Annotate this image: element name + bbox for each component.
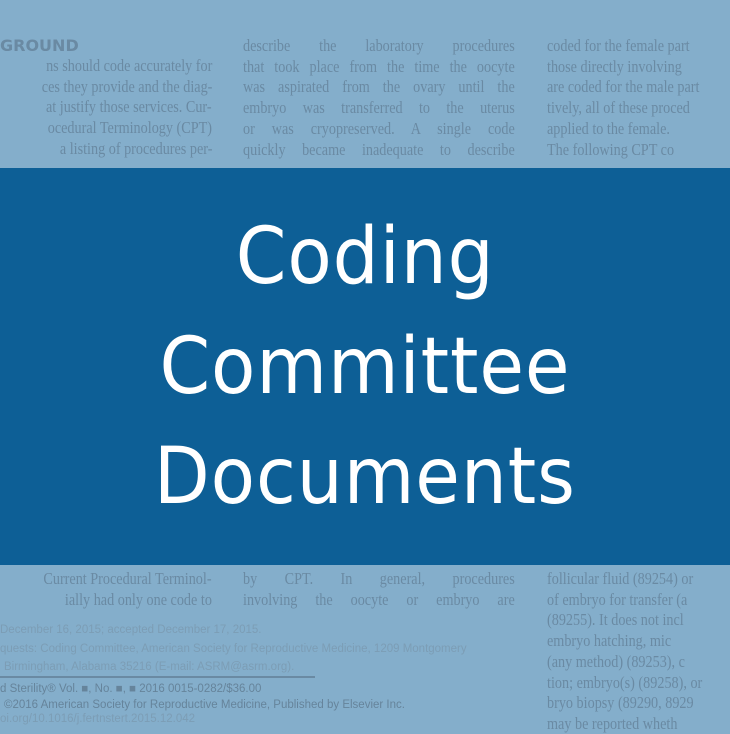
document-text-line: those directly involving <box>547 56 682 76</box>
document-text-line: involving the oocyte or embryo are <box>243 589 515 609</box>
document-text-line: coded for the female part <box>547 36 690 55</box>
document-text-line: that took place from the time the oocyte <box>243 56 515 76</box>
title-banner: Coding Committee Documents <box>0 168 730 565</box>
footer-text-line: December 16, 2015; accepted December 17,… <box>0 624 262 636</box>
footer-text-line: oi.org/10.1016/j.fertnstert.2015.12.042 <box>0 713 196 725</box>
footer-divider <box>0 676 315 678</box>
document-text-line: ially had only one code to <box>65 589 212 609</box>
banner-title-line: Coding <box>235 211 495 302</box>
document-text-line: quickly became inadequate to describe <box>243 139 515 159</box>
banner-title-line: Committee <box>159 321 571 412</box>
document-text-line: ns should code accurately for <box>45 56 212 75</box>
document-text-line: a listing of procedures per- <box>59 138 212 158</box>
section-heading: GROUND <box>0 36 79 55</box>
document-text-line: or was cryopreserved. A single code <box>243 118 515 138</box>
document-text-line: (any method) (89253), c <box>547 651 685 671</box>
banner-title-line: Documents <box>154 431 576 522</box>
document-text-line: by CPT. In general, procedures <box>243 569 515 588</box>
document-text-line: of embryo for transfer (a <box>547 589 688 609</box>
footer-text-line: ©2016 American Society for Reproductive … <box>4 699 405 711</box>
document-text-line: follicular fluid (89254) or <box>547 569 694 588</box>
document-text-line: was aspirated from the ovary until the <box>243 77 515 97</box>
document-text-line: ocedural Terminology (CPT) <box>47 118 212 138</box>
document-text-line: may be reported wheth <box>547 713 678 733</box>
document-text-line: Current Procedural Terminol- <box>43 569 212 588</box>
document-text-line: (89255). It does not incl <box>547 610 684 630</box>
document-text-line: describe the laboratory procedures <box>243 36 515 55</box>
document-text-line: tion; embryo(s) (89258), or <box>547 672 703 692</box>
document-text-line: ces they provide and the diag- <box>41 76 212 96</box>
document-text-line: at justify those services. Cur- <box>46 97 212 117</box>
document-text-line: tively, all of these proced <box>547 98 690 118</box>
document-text-line: applied to the female. <box>547 118 670 138</box>
footer-text-line: quests: Coding Committee, American Socie… <box>0 643 467 655</box>
document-text-line: embryo was transferred to the uterus <box>243 98 515 118</box>
footer-text-line: d Sterility® Vol. ■, No. ■, ■ 2016 0015-… <box>0 683 262 695</box>
document-text-line: are coded for the male part <box>547 77 700 97</box>
footer-text-line: Birmingham, Alabama 35216 (E-mail: ASRM@… <box>4 661 295 673</box>
document-text-line: The following CPT co <box>547 139 675 159</box>
document-text-line: bryo biopsy (89290, 8929 <box>547 693 694 713</box>
document-text-line: embryo hatching, mic <box>547 631 672 651</box>
